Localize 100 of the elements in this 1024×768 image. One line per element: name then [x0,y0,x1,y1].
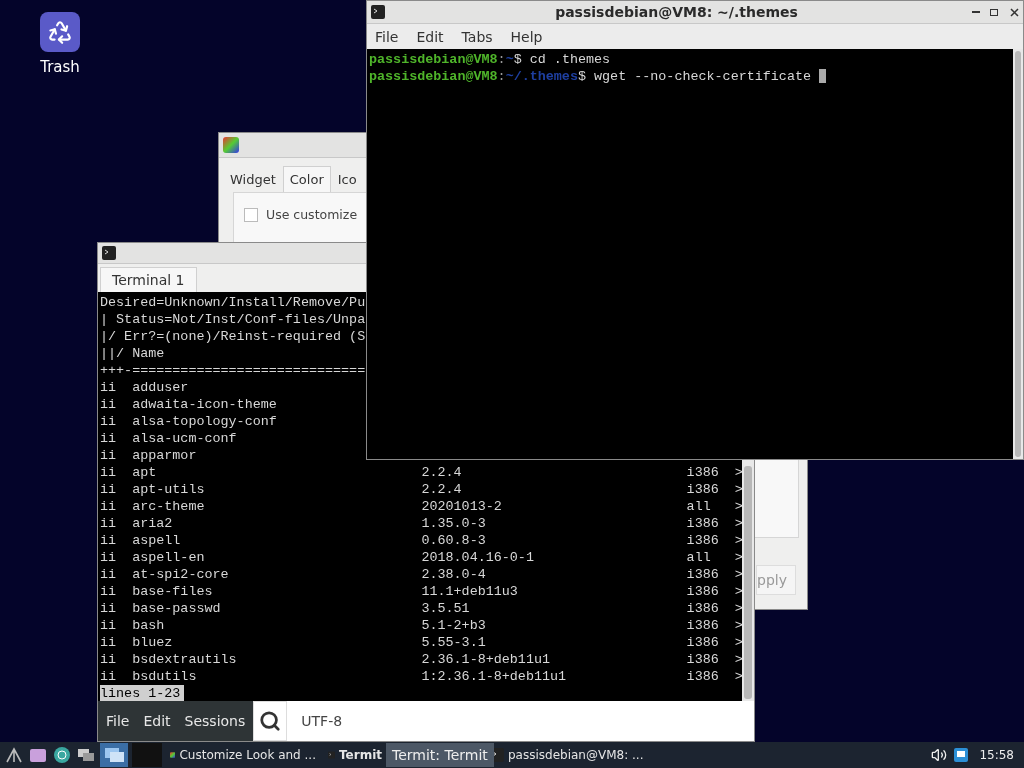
table-cell: i386 [686,465,719,480]
tab[interactable]: Color [282,166,331,192]
terminal-icon [371,5,385,19]
table-cell: ii [100,533,117,548]
table-cell: ii [100,516,117,531]
table-cell: ii [100,550,117,565]
terminal-line: +++-============================= [100,362,366,379]
terminal-icon [102,246,116,260]
table-cell: ii [100,380,117,395]
truncation-mark: > [734,481,742,498]
table-cell: alsa-ucm-conf [132,431,237,446]
table-cell: aria2 [132,516,173,531]
truncation-mark: > [734,515,742,532]
taskbar-task[interactable]: Termit [324,743,386,767]
maximize-icon[interactable] [990,8,998,16]
browser-icon[interactable] [52,745,72,765]
truncation-mark: > [734,600,742,617]
tab[interactable]: Widget [223,166,283,192]
scrollbar-thumb[interactable] [1015,51,1021,457]
table-cell: 3.5.51 [421,601,470,616]
search-button[interactable] [253,701,288,741]
menu-item[interactable]: Edit [416,28,444,45]
table-cell: ii [100,482,117,497]
desktop-icon-label: Trash [40,58,80,76]
pager-status: lines 1-23 [100,685,185,701]
table-cell: 1.35.0-3 [421,516,486,531]
terminal-line: | Status=Not/Inst/Conf-files/Unpa [100,311,366,328]
table-cell: aspell [132,533,181,548]
table-cell: 11.1+deb11u3 [421,584,518,599]
menu-item[interactable]: Tabs [461,28,493,45]
table-cell: apparmor [132,448,197,463]
table-cell: at-spi2-core [132,567,229,582]
table-cell: i386 [686,516,719,531]
table-cell: i386 [686,567,719,582]
table-cell: ii [100,414,117,429]
app-menu-icon[interactable] [4,745,24,765]
close-icon[interactable] [1010,7,1019,17]
table-cell: all [686,550,711,565]
table-cell: i386 [686,669,719,684]
table-cell: i386 [686,533,719,548]
checkbox-label: Use customize [266,207,358,222]
truncation-mark: > [734,498,742,515]
tab[interactable]: Terminal 1 [100,267,197,292]
truncation-mark: > [734,532,742,549]
table-cell: i386 [686,584,719,599]
scrollbar-thumb[interactable] [744,466,752,699]
table-cell: 2.38.0-4 [421,567,486,582]
window-title: passisdebian@VM8: ~/.themes [554,4,799,20]
table-cell: ii [100,567,117,582]
menu-item[interactable]: Edit [143,713,171,729]
table-cell: 0.60.8-3 [421,533,486,548]
table-cell: ii [100,465,117,480]
table-cell: apt [132,465,157,480]
terminal-line: passisdebian@VM8:~/.themes$ wget --no-check-certificate [369,68,811,85]
table-cell: ii [100,601,117,616]
truncation-mark: > [734,549,742,566]
table-cell: i386 [686,601,719,616]
table-cell: i386 [686,482,719,497]
encoding-label: UTF-8 [301,713,343,729]
table-cell: all [686,499,711,514]
desktop-switcher-icon[interactable] [100,743,128,767]
table-cell: 2.36.1-8+deb11u1 [421,652,550,667]
terminal-line: |/ Err?=(none)/Reinst-required (S [100,328,366,345]
volume-icon[interactable] [931,747,948,763]
checkbox[interactable] [244,207,258,222]
table-cell: i386 [686,635,719,650]
truncation-mark: > [734,464,742,481]
table-cell: bsdextrautils [132,652,237,667]
terminal-line: Desired=Unknown/Install/Remove/Pu [100,294,366,311]
table-cell: 1:2.36.1-8+deb11u1 [421,669,567,684]
truncation-mark: > [734,617,742,634]
menu-item[interactable]: File [106,713,130,729]
menu-item[interactable]: Sessions [184,713,246,729]
table-cell: base-files [132,584,213,599]
menu-item[interactable]: File [375,28,399,45]
table-cell: ii [100,448,117,463]
truncation-mark: > [734,566,742,583]
table-cell: bluez [132,635,173,650]
search-icon [259,710,282,732]
tooltip: Termit: Termit [386,743,494,767]
table-cell: 2018.04.16-0-1 [421,550,534,565]
terminal-line: ||/ Name [100,345,165,362]
table-cell: arc-theme [132,499,205,514]
table-cell: ii [100,499,117,514]
table-cell: 20201013-2 [421,499,502,514]
truncation-mark: > [734,668,742,685]
palette-icon [223,137,239,153]
table-cell: 2.2.4 [421,465,462,480]
table-cell: ii [100,635,117,650]
table-cell: adduser [132,380,189,395]
menu-item[interactable]: Help [510,28,543,45]
table-cell: ii [100,431,117,446]
clock: 15:58 [979,748,1014,762]
tab[interactable]: Ico [330,166,364,192]
truncation-mark: > [734,634,742,651]
trash-icon[interactable] [40,12,80,52]
taskbar-task[interactable]: Customize Look and ... [166,743,320,767]
table-cell: i386 [686,618,719,633]
table-cell: base-passwd [132,601,221,616]
table-cell: ii [100,669,117,684]
